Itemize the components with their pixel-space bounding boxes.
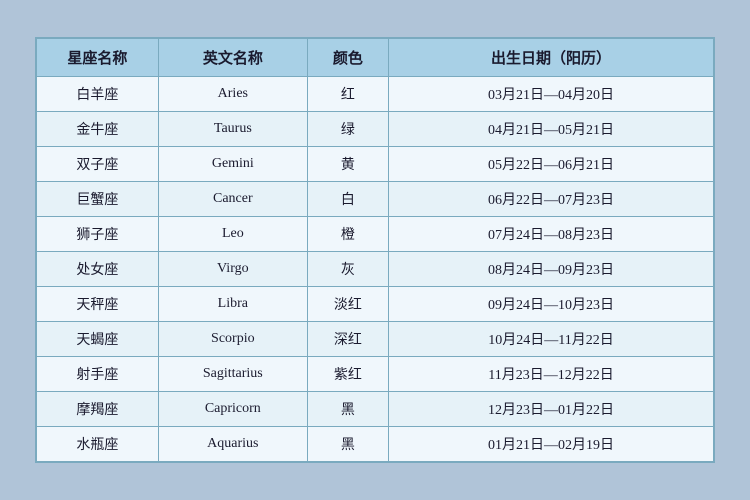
cell-color: 淡红 — [307, 287, 388, 322]
cell-color: 深红 — [307, 322, 388, 357]
header-color: 颜色 — [307, 39, 388, 77]
header-chinese: 星座名称 — [37, 39, 159, 77]
header-date: 出生日期（阳历） — [389, 39, 714, 77]
cell-color: 灰 — [307, 252, 388, 287]
table-row: 白羊座Aries红03月21日—04月20日 — [37, 77, 714, 112]
cell-date: 09月24日—10月23日 — [389, 287, 714, 322]
cell-date: 06月22日—07月23日 — [389, 182, 714, 217]
cell-color: 绿 — [307, 112, 388, 147]
cell-chinese: 处女座 — [37, 252, 159, 287]
cell-chinese: 金牛座 — [37, 112, 159, 147]
header-english: 英文名称 — [158, 39, 307, 77]
cell-date: 03月21日—04月20日 — [389, 77, 714, 112]
cell-date: 01月21日—02月19日 — [389, 427, 714, 462]
cell-date: 08月24日—09月23日 — [389, 252, 714, 287]
cell-chinese: 狮子座 — [37, 217, 159, 252]
cell-english: Aquarius — [158, 427, 307, 462]
table-body: 白羊座Aries红03月21日—04月20日金牛座Taurus绿04月21日—0… — [37, 77, 714, 462]
cell-color: 黑 — [307, 427, 388, 462]
table-row: 水瓶座Aquarius黑01月21日—02月19日 — [37, 427, 714, 462]
cell-date: 10月24日—11月22日 — [389, 322, 714, 357]
cell-date: 07月24日—08月23日 — [389, 217, 714, 252]
table-row: 天蝎座Scorpio深红10月24日—11月22日 — [37, 322, 714, 357]
cell-english: Virgo — [158, 252, 307, 287]
cell-date: 11月23日—12月22日 — [389, 357, 714, 392]
cell-english: Gemini — [158, 147, 307, 182]
cell-chinese: 巨蟹座 — [37, 182, 159, 217]
zodiac-table: 星座名称 英文名称 颜色 出生日期（阳历） 白羊座Aries红03月21日—04… — [36, 38, 714, 462]
cell-chinese: 天蝎座 — [37, 322, 159, 357]
cell-color: 红 — [307, 77, 388, 112]
table-row: 射手座Sagittarius紫红11月23日—12月22日 — [37, 357, 714, 392]
table-row: 摩羯座Capricorn黑12月23日—01月22日 — [37, 392, 714, 427]
cell-color: 橙 — [307, 217, 388, 252]
cell-english: Cancer — [158, 182, 307, 217]
table-row: 巨蟹座Cancer白06月22日—07月23日 — [37, 182, 714, 217]
cell-color: 白 — [307, 182, 388, 217]
table-header-row: 星座名称 英文名称 颜色 出生日期（阳历） — [37, 39, 714, 77]
zodiac-table-container: 星座名称 英文名称 颜色 出生日期（阳历） 白羊座Aries红03月21日—04… — [35, 37, 715, 463]
cell-english: Sagittarius — [158, 357, 307, 392]
cell-date: 12月23日—01月22日 — [389, 392, 714, 427]
cell-color: 黄 — [307, 147, 388, 182]
cell-chinese: 摩羯座 — [37, 392, 159, 427]
cell-english: Capricorn — [158, 392, 307, 427]
cell-english: Aries — [158, 77, 307, 112]
cell-color: 黑 — [307, 392, 388, 427]
cell-chinese: 白羊座 — [37, 77, 159, 112]
cell-english: Libra — [158, 287, 307, 322]
cell-date: 04月21日—05月21日 — [389, 112, 714, 147]
table-row: 处女座Virgo灰08月24日—09月23日 — [37, 252, 714, 287]
table-row: 狮子座Leo橙07月24日—08月23日 — [37, 217, 714, 252]
cell-english: Leo — [158, 217, 307, 252]
cell-date: 05月22日—06月21日 — [389, 147, 714, 182]
table-row: 金牛座Taurus绿04月21日—05月21日 — [37, 112, 714, 147]
cell-color: 紫红 — [307, 357, 388, 392]
table-row: 天秤座Libra淡红09月24日—10月23日 — [37, 287, 714, 322]
cell-chinese: 双子座 — [37, 147, 159, 182]
cell-english: Taurus — [158, 112, 307, 147]
cell-english: Scorpio — [158, 322, 307, 357]
table-row: 双子座Gemini黄05月22日—06月21日 — [37, 147, 714, 182]
cell-chinese: 射手座 — [37, 357, 159, 392]
cell-chinese: 天秤座 — [37, 287, 159, 322]
cell-chinese: 水瓶座 — [37, 427, 159, 462]
